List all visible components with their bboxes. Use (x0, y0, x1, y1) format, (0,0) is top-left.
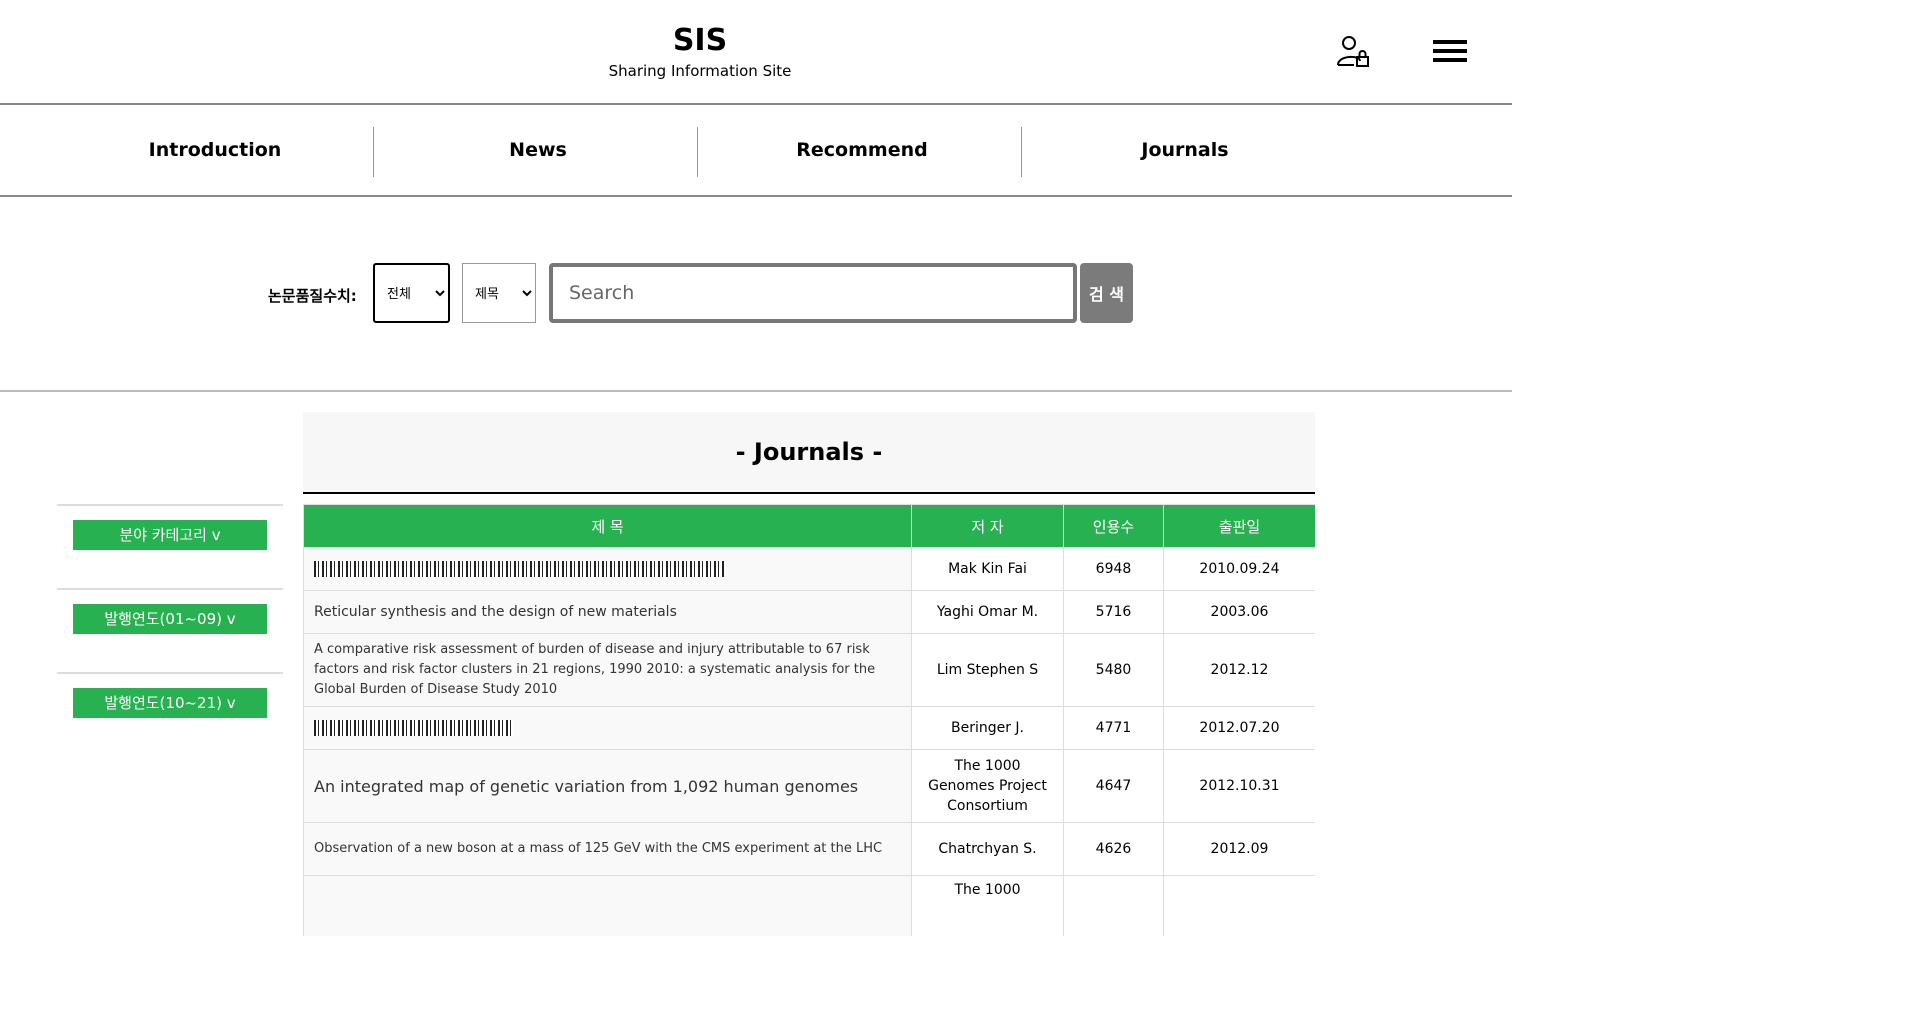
journal-citations: 5480 (1063, 633, 1164, 707)
user-lock-icon[interactable] (1335, 33, 1371, 69)
journal-date: 2003.06 (1163, 590, 1315, 634)
column-header-author[interactable]: 저 자 (911, 504, 1064, 548)
journal-date: 2012.10.31 (1163, 749, 1315, 823)
nav-divider (1021, 127, 1022, 177)
site-subtitle: Sharing Information Site (608, 62, 792, 80)
journal-date (1163, 875, 1315, 936)
garbled-title-image (314, 720, 514, 736)
search-input[interactable] (549, 263, 1077, 323)
site-title: SIS (672, 23, 728, 58)
journal-citations: 5716 (1063, 590, 1164, 634)
journal-citations (1063, 875, 1164, 936)
journal-author: Mak Kin Fai (911, 547, 1064, 591)
journals-panel: - Journals - 제 목 저 자 인용수 출판일 Mak Kin Fai… (303, 412, 1315, 936)
journal-author: Yaghi Omar M. (911, 590, 1064, 634)
site-brand[interactable]: SIS Sharing Information Site (605, 22, 795, 80)
journal-author: Chatrchyan S. (911, 822, 1064, 876)
table-row[interactable]: The 1000 (303, 875, 1315, 936)
journal-author: Lim Stephen S (911, 633, 1064, 707)
nav-divider (697, 127, 698, 177)
sidebar-item-year-10-21[interactable]: 발행연도(10~21) v (73, 688, 267, 718)
column-header-title[interactable]: 제 목 (303, 504, 912, 548)
nav-divider (373, 127, 374, 177)
journal-title[interactable] (303, 875, 912, 936)
journal-title[interactable]: Observation of a new boson at a mass of … (303, 822, 912, 876)
hamburger-menu-icon[interactable] (1433, 37, 1467, 65)
search-bar: 논문품질수치: 전체 제목 검 색 (0, 197, 1512, 392)
quality-select[interactable]: 전체 (373, 263, 450, 323)
journal-date: 2012.09 (1163, 822, 1315, 876)
journals-table: 제 목 저 자 인용수 출판일 Mak Kin Fai 6948 2010.09… (303, 504, 1315, 936)
table-row[interactable]: Beringer J. 4771 2012.07.20 (303, 706, 1315, 750)
table-row[interactable]: Observation of a new boson at a mass of … (303, 822, 1315, 876)
table-row[interactable]: An integrated map of genetic variation f… (303, 749, 1315, 823)
column-header-date[interactable]: 출판일 (1163, 504, 1315, 548)
journal-author: The 1000 Genomes Project Consortium (911, 749, 1064, 823)
sidebar-item-year-01-09[interactable]: 발행연도(01~09) v (73, 604, 267, 634)
sidebar: 분야 카테고리 v 발행연도(01~09) v 발행연도(10~21) v (57, 504, 283, 756)
journal-title-cell[interactable] (303, 547, 912, 591)
journal-title[interactable]: Reticular synthesis and the design of ne… (303, 590, 912, 634)
sidebar-item-category[interactable]: 분야 카테고리 v (73, 520, 267, 550)
journal-citations: 4647 (1063, 749, 1164, 823)
journal-title[interactable]: An integrated map of genetic variation f… (303, 749, 912, 823)
journal-citations: 4626 (1063, 822, 1164, 876)
site-header: SIS Sharing Information Site (0, 0, 1512, 105)
nav-item-introduction[interactable]: Introduction (90, 125, 340, 175)
main-nav: Introduction News Recommend Journals (0, 105, 1512, 197)
journal-author: Beringer J. (911, 706, 1064, 750)
table-row[interactable]: Mak Kin Fai 6948 2010.09.24 (303, 547, 1315, 591)
journal-title-cell[interactable] (303, 706, 912, 750)
journal-title[interactable]: A comparative risk assessment of burden … (303, 633, 912, 707)
journal-date: 2012.07.20 (1163, 706, 1315, 750)
field-select[interactable]: 제목 (462, 263, 536, 323)
journal-date: 2012.12 (1163, 633, 1315, 707)
column-header-citations[interactable]: 인용수 (1063, 504, 1164, 548)
nav-item-recommend[interactable]: Recommend (737, 125, 987, 175)
sidebar-group: 발행연도(01~09) v (57, 588, 283, 672)
nav-item-news[interactable]: News (413, 125, 663, 175)
garbled-title-image (314, 561, 724, 577)
sidebar-group: 분야 카테고리 v (57, 504, 283, 588)
journal-citations: 4771 (1063, 706, 1164, 750)
table-header-row: 제 목 저 자 인용수 출판일 (303, 504, 1315, 548)
search-button[interactable]: 검 색 (1080, 263, 1133, 323)
sidebar-group: 발행연도(10~21) v (57, 672, 283, 756)
journal-date: 2010.09.24 (1163, 547, 1315, 591)
quality-label: 논문품질수치: (268, 287, 357, 305)
nav-item-journals[interactable]: Journals (1060, 125, 1310, 175)
table-row[interactable]: Reticular synthesis and the design of ne… (303, 590, 1315, 634)
journal-citations: 6948 (1063, 547, 1164, 591)
journals-heading: - Journals - (303, 412, 1315, 494)
table-row[interactable]: A comparative risk assessment of burden … (303, 633, 1315, 707)
journal-author: The 1000 (911, 875, 1064, 936)
